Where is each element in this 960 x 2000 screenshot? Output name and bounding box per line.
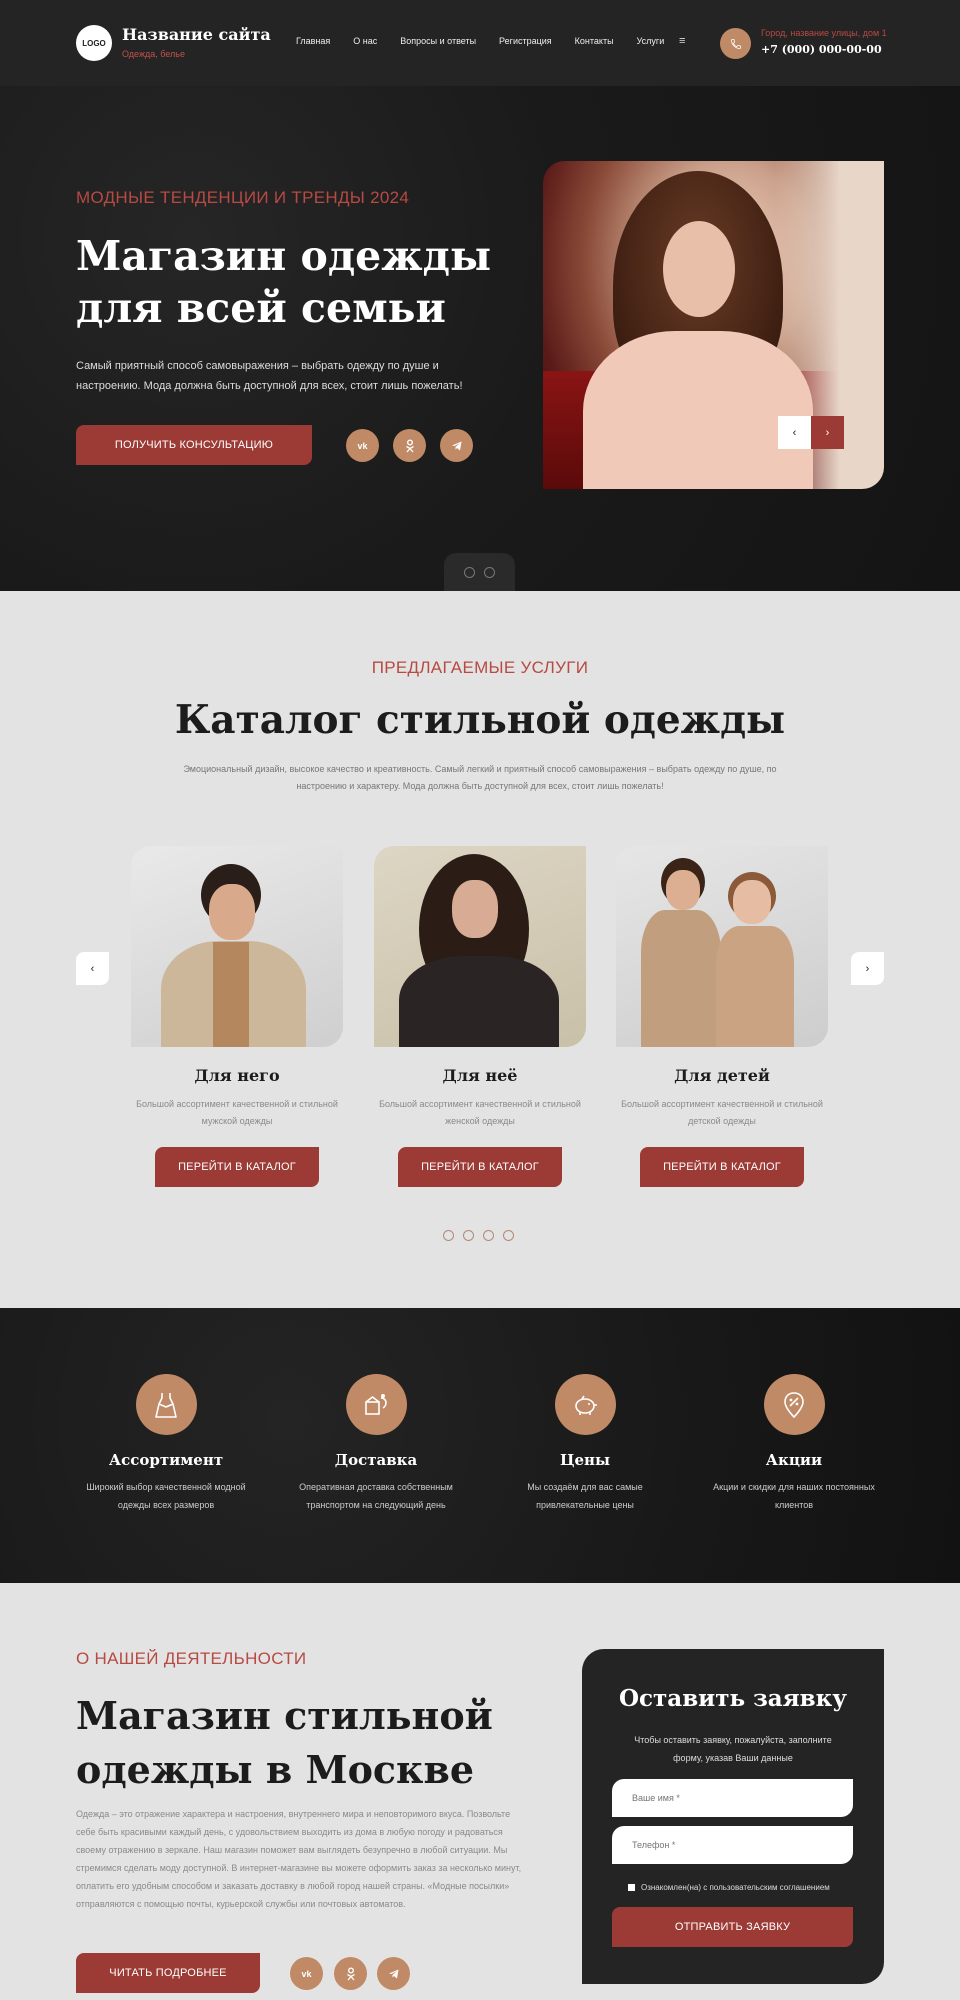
piggy-bank-icon bbox=[554, 1374, 616, 1435]
nav-item-about[interactable]: О нас bbox=[353, 36, 377, 46]
form-text: Чтобы оставить заявку, пожалуйста, запол… bbox=[634, 1735, 832, 1763]
catalog-title: Каталог стильной одежды bbox=[174, 697, 786, 743]
hero-section: МОДНЫЕ ТЕНДЕНЦИИ И ТРЕНДЫ 2024 Магазин о… bbox=[0, 86, 960, 591]
site-header: LOGO Название сайта Одежда, белье Главна… bbox=[0, 0, 960, 86]
consultation-button[interactable]: ПОЛУЧИТЬ КОНСУЛЬТАЦИЮ bbox=[76, 425, 312, 465]
feature-delivery-text: Оперативная доставка собственным транспо… bbox=[299, 1482, 453, 1510]
hero-subtitle: МОДНЫЕ ТЕНДЕНЦИИ И ТРЕНДЫ 2024 bbox=[76, 188, 410, 207]
feature-prices-title: Цены bbox=[559, 1451, 611, 1469]
catalog-slider-dots bbox=[443, 1230, 514, 1241]
catalog-text: Эмоциональный дизайн, высокое качество и… bbox=[183, 764, 777, 791]
catalog-card-kids-image[interactable] bbox=[616, 846, 828, 1047]
hero-dot-2[interactable] bbox=[484, 566, 495, 578]
main-nav: Главная О нас Вопросы и ответы Регистрац… bbox=[296, 36, 687, 46]
feature-promo: Акции Акции и скидки для наших постоянны… bbox=[699, 1374, 889, 1514]
catalog-card-men-text: Большой ассортимент качественной и стиль… bbox=[136, 1099, 338, 1126]
catalog-men-button[interactable]: ПЕРЕЙТИ В КАТАЛОГ bbox=[155, 1147, 319, 1187]
site-tagline: Одежда, белье bbox=[122, 49, 185, 59]
ok-icon[interactable] bbox=[334, 1957, 367, 1990]
ok-icon[interactable] bbox=[393, 429, 426, 462]
feature-prices: Цены Мы создаём для вас самые привлекате… bbox=[490, 1374, 680, 1514]
checkbox-icon[interactable] bbox=[628, 1884, 635, 1891]
feature-promo-text: Акции и скидки для наших постоянных клие… bbox=[713, 1482, 875, 1510]
nav-item-home[interactable]: Главная bbox=[296, 36, 330, 46]
feature-delivery: Доставка Оперативная доставка собственны… bbox=[281, 1374, 471, 1514]
nav-item-services[interactable]: Услуги bbox=[637, 36, 665, 46]
catalog-card-women-text: Большой ассортимент качественной и стиль… bbox=[379, 1099, 581, 1126]
about-section: О НАШЕЙ ДЕЯТЕЛЬНОСТИ Магазин стильной од… bbox=[0, 1583, 960, 2000]
phone-number[interactable]: +7 (000) 000-00-00 bbox=[761, 43, 882, 56]
vk-icon[interactable]: vk bbox=[346, 429, 379, 462]
telegram-icon[interactable] bbox=[440, 429, 473, 462]
phone-input[interactable] bbox=[612, 1826, 853, 1864]
site-name[interactable]: Название сайта bbox=[122, 25, 271, 44]
catalog-next-arrow[interactable]: › bbox=[851, 952, 884, 985]
catalog-dot-3[interactable] bbox=[483, 1230, 494, 1241]
catalog-subtitle: ПРЕДЛАГАЕМЫЕ УСЛУГИ bbox=[371, 658, 589, 677]
request-form: Оставить заявку Чтобы оставить заявку, п… bbox=[582, 1649, 884, 1984]
discount-tag-icon bbox=[763, 1374, 825, 1435]
hero-title: Магазин одежды для всей семьи bbox=[76, 232, 492, 332]
phone-icon[interactable] bbox=[720, 28, 751, 59]
hero-next-arrow[interactable]: › bbox=[811, 416, 844, 449]
form-title: Оставить заявку bbox=[619, 1685, 847, 1712]
catalog-card-women-title: Для неё bbox=[442, 1066, 518, 1085]
feature-assortment-text: Широкий выбор качественной модной одежды… bbox=[86, 1482, 246, 1510]
nav-item-registration[interactable]: Регистрация bbox=[499, 36, 552, 46]
catalog-card-kids-title: Для детей bbox=[674, 1066, 770, 1085]
about-text: Одежда – это отражение характера и настр… bbox=[76, 1809, 522, 1909]
catalog-kids-button[interactable]: ПЕРЕЙТИ В КАТАЛОГ bbox=[640, 1147, 804, 1187]
catalog-card-men-image[interactable] bbox=[131, 846, 343, 1047]
delivery-icon bbox=[345, 1374, 407, 1435]
catalog-dot-1[interactable] bbox=[443, 1230, 454, 1241]
feature-promo-title: Акции bbox=[765, 1451, 823, 1469]
catalog-card-kids-text: Большой ассортимент качественной и стиль… bbox=[621, 1099, 823, 1126]
nav-item-faq[interactable]: Вопросы и ответы bbox=[400, 36, 476, 46]
hero-text: Самый приятный способ самовыражения – вы… bbox=[76, 360, 463, 392]
agreement-checkbox[interactable]: Ознакомлен(на) с пользовательским соглаш… bbox=[628, 1883, 830, 1892]
feature-delivery-title: Доставка bbox=[334, 1451, 418, 1469]
catalog-prev-arrow[interactable]: ‹ bbox=[76, 952, 109, 985]
logo[interactable]: LOGO bbox=[76, 25, 112, 61]
feature-assortment: Ассортимент Широкий выбор качественной м… bbox=[71, 1374, 261, 1514]
address: Город, название улицы, дом 1 bbox=[761, 28, 887, 38]
features-section: Ассортимент Широкий выбор качественной м… bbox=[0, 1308, 960, 1583]
nav-item-contacts[interactable]: Контакты bbox=[575, 36, 614, 46]
about-subtitle: О НАШЕЙ ДЕЯТЕЛЬНОСТИ bbox=[76, 1649, 307, 1668]
hero-image: ‹ › bbox=[543, 161, 884, 489]
feature-prices-text: Мы создаём для вас самые привлекательные… bbox=[527, 1482, 643, 1510]
hero-prev-arrow[interactable]: ‹ bbox=[778, 416, 811, 449]
submit-request-button[interactable]: ОТПРАВИТЬ ЗАЯВКУ bbox=[612, 1907, 853, 1947]
hero-slider-dots bbox=[444, 553, 515, 591]
hero-dot-1[interactable] bbox=[464, 566, 475, 578]
agreement-label: Ознакомлен(на) с пользовательским соглаш… bbox=[641, 1883, 830, 1892]
catalog-dot-4[interactable] bbox=[503, 1230, 514, 1241]
menu-icon[interactable]: ≡ bbox=[679, 35, 685, 47]
catalog-card-men-title: Для него bbox=[194, 1066, 280, 1085]
feature-assortment-title: Ассортимент bbox=[108, 1451, 224, 1469]
name-input[interactable] bbox=[612, 1779, 853, 1817]
vk-icon[interactable]: vk bbox=[290, 1957, 323, 1990]
catalog-dot-2[interactable] bbox=[463, 1230, 474, 1241]
dress-icon bbox=[135, 1374, 197, 1435]
catalog-women-button[interactable]: ПЕРЕЙТИ В КАТАЛОГ bbox=[398, 1147, 562, 1187]
catalog-card-women-image[interactable] bbox=[374, 846, 586, 1047]
about-title: Магазин стильной одежды в Москве bbox=[76, 1693, 493, 1792]
catalog-section: ПРЕДЛАГАЕМЫЕ УСЛУГИ Каталог стильной оде… bbox=[0, 591, 960, 1308]
telegram-icon[interactable] bbox=[377, 1957, 410, 1990]
read-more-button[interactable]: ЧИТАТЬ ПОДРОБНЕЕ bbox=[76, 1953, 260, 1993]
